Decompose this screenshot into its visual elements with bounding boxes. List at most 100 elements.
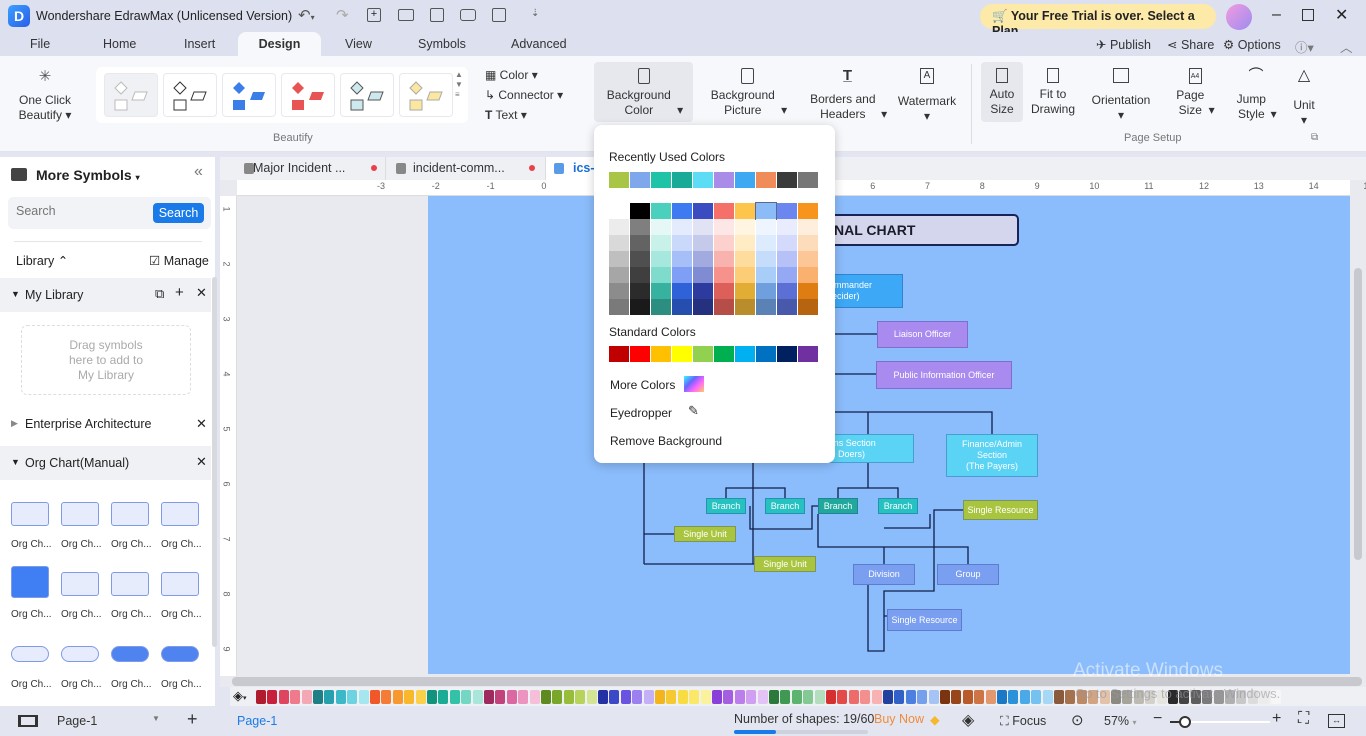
zoom-slider-thumb[interactable] <box>1178 716 1191 728</box>
quick-color-swatch[interactable] <box>392 690 403 704</box>
quick-color-swatch[interactable] <box>734 690 745 704</box>
quick-color-swatch[interactable] <box>883 690 893 704</box>
menu-view[interactable]: View <box>345 37 372 51</box>
theme-color-swatch[interactable] <box>651 219 671 235</box>
page-size-button[interactable]: A4 Page Size ▾ <box>1170 68 1220 118</box>
quick-color-swatch[interactable] <box>472 690 483 704</box>
org-chart-symbol[interactable] <box>161 502 199 526</box>
fill-bucket-icon[interactable]: ◈▾ <box>233 688 247 704</box>
theme-color-swatch[interactable] <box>651 283 671 299</box>
quick-color-swatch[interactable] <box>985 690 996 704</box>
customize-qat-icon[interactable]: ⇣ <box>531 8 539 19</box>
theme-color-swatch[interactable] <box>693 203 713 219</box>
watermark-button[interactable]: A Watermark ▾ <box>895 68 959 124</box>
close-org-chart-icon[interactable]: ✕ <box>196 454 207 470</box>
quick-color-swatch[interactable] <box>814 690 825 704</box>
restore-button[interactable] <box>1302 9 1314 21</box>
borders-headers-button[interactable]: T̲ Borders and Headers ▾ <box>805 68 890 122</box>
quick-color-swatch[interactable] <box>791 690 802 704</box>
quick-color-swatch[interactable] <box>313 690 323 704</box>
recent-color-swatch[interactable] <box>609 172 629 188</box>
theme-4[interactable] <box>281 73 335 117</box>
branch-box[interactable]: Branch <box>706 498 746 514</box>
avatar[interactable] <box>1226 4 1252 30</box>
chart-title-box[interactable]: NAL CHART <box>808 214 1019 246</box>
vertical-scrollbar[interactable] <box>1354 268 1362 560</box>
org-chart-symbol[interactable] <box>61 502 99 526</box>
standard-color-swatch[interactable] <box>714 346 734 362</box>
text-dropdown[interactable]: T Text ▾ <box>485 108 527 123</box>
quick-color-swatch[interactable] <box>347 690 358 704</box>
branch-box[interactable]: Branch <box>818 498 858 514</box>
theme-color-swatch[interactable] <box>693 219 713 235</box>
theme-color-swatch[interactable] <box>714 267 734 283</box>
help-icon[interactable]: ⓘ▾ <box>1295 37 1314 56</box>
save-icon[interactable] <box>430 8 444 22</box>
theme-color-swatch[interactable] <box>609 203 629 219</box>
quick-color-swatch[interactable] <box>586 690 597 704</box>
theme-color-swatch[interactable] <box>798 251 818 267</box>
quick-color-swatch[interactable] <box>940 690 950 704</box>
theme-color-swatch[interactable] <box>777 203 797 219</box>
liaison-officer-box[interactable]: Liaison Officer <box>877 321 968 348</box>
theme-color-swatch[interactable] <box>651 235 671 251</box>
standard-color-swatch[interactable] <box>672 346 692 362</box>
theme-color-swatch[interactable] <box>609 267 629 283</box>
theme-color-swatch[interactable] <box>777 219 797 235</box>
quick-color-swatch[interactable] <box>620 690 631 704</box>
theme-color-swatch[interactable] <box>735 251 755 267</box>
quick-color-swatch[interactable] <box>484 690 494 704</box>
theme-color-swatch[interactable] <box>756 299 776 315</box>
single-unit-box[interactable]: Single Unit <box>754 556 816 572</box>
jump-style-button[interactable]: ⌒ Jump Style ▾ <box>1230 68 1282 122</box>
theme-color-swatch[interactable] <box>714 219 734 235</box>
one-click-beautify-button[interactable]: ✳ One Click Beautify ▾ <box>14 69 76 123</box>
theme-color-swatch[interactable] <box>672 251 692 267</box>
recent-color-swatch[interactable] <box>756 172 776 188</box>
theme-color-swatch[interactable] <box>777 299 797 315</box>
add-page-button[interactable]: + <box>187 709 198 730</box>
single-unit-box[interactable]: Single Unit <box>674 526 736 542</box>
theme-color-swatch[interactable] <box>609 299 629 315</box>
theme-color-swatch[interactable] <box>714 283 734 299</box>
quick-color-swatch[interactable] <box>848 690 859 704</box>
background-picture-button[interactable]: Background Picture ▾ <box>705 68 790 118</box>
zoom-out-button[interactable]: − <box>1153 710 1162 728</box>
org-chart-header[interactable]: ▼ Org Chart(Manual) ✕ <box>0 446 211 480</box>
redo-icon[interactable]: ↷ <box>336 6 349 24</box>
group-box[interactable]: Group <box>937 564 999 585</box>
zoom-slider[interactable] <box>1170 716 1270 728</box>
theme-color-swatch[interactable] <box>714 235 734 251</box>
theme-color-swatch[interactable] <box>609 219 629 235</box>
theme-color-swatch[interactable] <box>756 267 776 283</box>
org-chart-symbol[interactable] <box>111 646 149 662</box>
org-chart-symbol[interactable] <box>11 502 49 526</box>
recent-color-swatch[interactable] <box>714 172 734 188</box>
standard-color-swatch[interactable] <box>798 346 818 362</box>
theme-color-swatch[interactable] <box>630 235 650 251</box>
quick-color-swatch[interactable] <box>1054 690 1064 704</box>
theme-color-swatch[interactable] <box>693 251 713 267</box>
recent-color-swatch[interactable] <box>630 172 650 188</box>
theme-color-swatch[interactable] <box>693 235 713 251</box>
connector-dropdown[interactable]: ↳ Connector ▾ <box>485 88 563 103</box>
standard-color-swatch[interactable] <box>609 346 629 362</box>
theme-color-swatch[interactable] <box>672 283 692 299</box>
org-chart-symbol[interactable] <box>61 646 99 662</box>
menu-home[interactable]: Home <box>103 37 136 51</box>
gallery-scroll[interactable]: ▲ ▼ ≡ <box>455 70 463 100</box>
page-tab[interactable]: Page-1 <box>237 714 277 728</box>
quick-color-swatch[interactable] <box>723 690 734 704</box>
theme-color-swatch[interactable] <box>714 203 734 219</box>
theme-color-swatch[interactable] <box>630 203 650 219</box>
import-icon[interactable]: ⧉ <box>155 286 164 302</box>
org-chart-symbol[interactable] <box>11 646 49 662</box>
quick-color-swatch[interactable] <box>860 690 871 704</box>
org-chart-symbol[interactable] <box>161 646 199 662</box>
search-button[interactable]: Search <box>153 203 204 223</box>
quick-color-swatch[interactable] <box>689 690 700 704</box>
theme-color-swatch[interactable] <box>714 251 734 267</box>
eyedropper-button[interactable]: Eyedropper ✎ <box>610 403 699 420</box>
theme-color-swatch[interactable] <box>672 235 692 251</box>
recent-color-swatch[interactable] <box>777 172 797 188</box>
